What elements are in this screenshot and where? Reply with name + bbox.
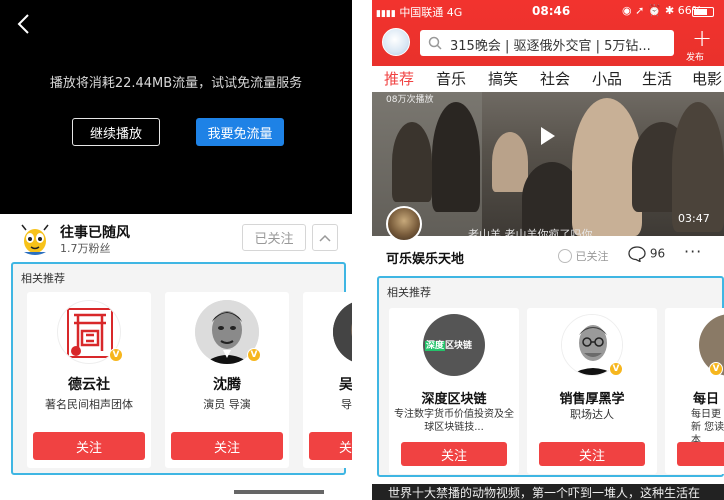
author-name[interactable]: 往事已随风 [60, 222, 130, 242]
author-fans-count: 1.7万粉丝 [60, 242, 111, 255]
next-item-peek [0, 488, 352, 500]
tab-music[interactable]: 音乐 [436, 68, 466, 89]
card-name: 每日 [693, 392, 720, 407]
tab-life[interactable]: 生活 [642, 68, 672, 89]
tab-funny[interactable]: 搞笑 [488, 68, 518, 89]
card-description: 演员 导演 [203, 398, 251, 411]
recommendations-title: 相关推荐 [387, 286, 431, 299]
card-name: 销售厚黑学 [559, 392, 625, 407]
status-carrier: ▮▮▮▮ 中国联通 4G [376, 6, 463, 19]
followed-button[interactable]: 已关注 [242, 224, 306, 251]
blockchain-logo: 深度区块链 [423, 314, 485, 376]
status-time: 08:46 [532, 4, 571, 18]
tab-recommend[interactable]: 推荐 [384, 68, 414, 89]
comment-icon [628, 246, 646, 263]
search-placeholder: 315晚会 | 驱逐俄外交官 | 5万钻... [450, 39, 651, 54]
collapse-button[interactable] [312, 224, 338, 251]
free-data-button[interactable]: 我要免流量 [196, 118, 284, 146]
author-avatar[interactable] [18, 222, 52, 256]
user-avatar[interactable] [382, 28, 410, 56]
chevron-up-icon [558, 249, 572, 263]
video-player[interactable]: 播放将消耗22.44MB流量，试试免流量服务 继续播放 我要免流量 [0, 0, 352, 214]
tab-society[interactable]: 社会 [540, 68, 570, 89]
comment-button[interactable]: 96 [628, 246, 665, 263]
tab-movie[interactable]: 电影 [692, 68, 722, 89]
recommend-card[interactable]: V 德云社 著名民间相声团体 关注 [27, 292, 151, 468]
video-duration: 03:47 [678, 212, 710, 225]
status-icons: ◉ ➚ ⏰ ✱ [622, 4, 678, 17]
follow-button[interactable]: 关注 [401, 442, 507, 466]
verified-badge: V [609, 362, 623, 376]
status-indicators: ◉ ➚ ⏰ ✱ 66% [622, 4, 703, 17]
verified-badge: V [247, 348, 261, 362]
recommendations-title: 相关推荐 [21, 272, 65, 285]
chevron-up-icon [319, 234, 331, 242]
card-name: 沈腾 [213, 377, 241, 393]
search-icon [428, 36, 442, 50]
card-description: 著名民间相声团体 [45, 398, 133, 411]
tab-sketch[interactable]: 小品 [592, 68, 622, 89]
recommend-card[interactable]: V 每日 每日更新 您读本 [665, 308, 724, 474]
play-count: 08万次播放 [386, 95, 434, 105]
follow-button[interactable] [677, 442, 724, 466]
author-row: 往事已随风 1.7万粉丝 已关注 [0, 214, 352, 262]
follow-button[interactable]: 关注 [33, 432, 145, 460]
follow-button[interactable]: 关注 [539, 442, 645, 466]
card-description: 导 [341, 398, 352, 411]
card-description: 专注数字货币价值投资及全球区块链技... [394, 409, 514, 433]
card-name: 德云社 [68, 377, 110, 393]
recommend-card[interactable]: V 销售厚黑学 职场达人 关注 [527, 308, 657, 474]
card-avatar [333, 300, 352, 364]
card-description: 职场达人 [570, 408, 614, 421]
video-subtitle: 老山羊 老山羊你疯了吗你 [468, 228, 593, 236]
card-name: 深度区块链 [421, 392, 487, 407]
author-avatar[interactable] [386, 206, 422, 242]
verified-badge: V [109, 348, 123, 362]
search-input[interactable]: 315晚会 | 驱逐俄外交官 | 5万钻... [420, 30, 674, 56]
video-thumbnail[interactable]: 08万次播放 老山羊 老山羊你疯了吗你 03:47 [372, 92, 724, 236]
next-video-title[interactable]: 世界十大禁播的动物视频，第一个吓到一堆人，这种生活在 [372, 484, 724, 500]
publish-label: 发布 [686, 53, 705, 63]
continue-playing-button[interactable]: 继续播放 [72, 118, 160, 146]
follow-button[interactable]: 关注 [171, 432, 283, 460]
followed-button[interactable]: 已关注 [558, 248, 609, 264]
channel-tabs: 推荐 音乐 搞笑 社会 小品 生活 电影 [372, 66, 724, 92]
related-recommendations: 相关推荐 深度区块链 深度区块链 专注数字货币价值投资及全球区块链技... 关注 [377, 276, 724, 477]
follow-button[interactable]: 关 [309, 432, 352, 460]
recommend-card[interactable]: 深度区块链 深度区块链 专注数字货币价值投资及全球区块链技... 关注 [389, 308, 519, 474]
data-usage-notice: 播放将消耗22.44MB流量，试试免流量服务 [49, 76, 303, 91]
app-header: ▮▮▮▮ 中国联通 4G 08:46 ◉ ➚ ⏰ ✱ 66% 315晚会 | 驱… [372, 0, 724, 66]
plus-icon: + [692, 24, 713, 52]
right-screenshot: ▮▮▮▮ 中国联通 4G 08:46 ◉ ➚ ⏰ ✱ 66% 315晚会 | 驱… [372, 0, 724, 500]
related-recommendations: 相关推荐 V 德云社 著名民间相声团体 关注 V 沈腾 演员 导演 关注 吴 导… [11, 262, 352, 475]
signal-icon: ▮▮▮▮ [376, 9, 396, 19]
recommend-card[interactable]: V 沈腾 演员 导演 关注 [165, 292, 289, 468]
card-name: 吴 [339, 377, 352, 393]
battery-icon [692, 7, 714, 17]
author-name[interactable]: 可乐娱乐天地 [386, 248, 464, 267]
play-icon[interactable] [540, 126, 556, 146]
more-button[interactable]: ··· [684, 242, 702, 261]
publish-button[interactable]: + 发布 [682, 24, 722, 63]
left-screenshot: 播放将消耗22.44MB流量，试试免流量服务 继续播放 我要免流量 往事已随风 … [0, 0, 352, 500]
author-row: 可乐娱乐天地 已关注 96 ··· [372, 240, 724, 270]
recommend-card[interactable]: 吴 导 关 [303, 292, 352, 468]
verified-badge: V [709, 362, 723, 376]
chevron-left-icon[interactable] [14, 12, 34, 36]
